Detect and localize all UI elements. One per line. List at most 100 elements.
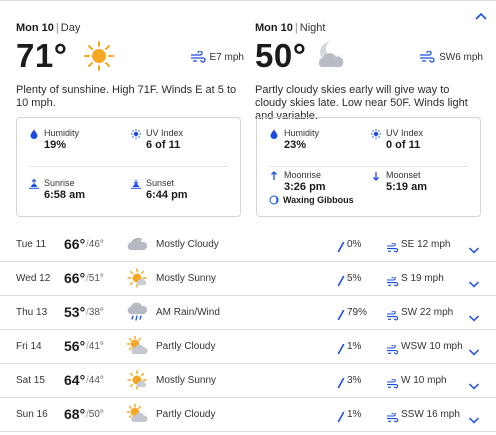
forecast-wind: SW 22 mph	[401, 307, 454, 318]
chevron-down-icon[interactable]	[468, 275, 480, 288]
night-header: Mon 10 | Night	[255, 22, 326, 34]
forecast-high: 68°	[64, 406, 86, 422]
sunrise-label: Sunrise	[44, 178, 75, 188]
cloud-icon	[126, 233, 148, 255]
day-wind-value: E7 mph	[209, 51, 244, 63]
forecast-low-wrap: /46°	[86, 239, 104, 250]
night-details-card: Humidity 23% UV Index 0 of 11 Moonrise 3…	[256, 117, 481, 217]
forecast-day: Fri 14	[16, 341, 42, 352]
day-date: Mon 10	[16, 22, 54, 34]
top-divider	[0, 0, 496, 1]
forecast-condition: Mostly Sunny	[156, 273, 217, 284]
sunrise-value: 6:58 am	[44, 189, 85, 201]
sun-icon	[84, 41, 114, 71]
wind-icon	[386, 410, 399, 423]
forecast-low: 38°	[88, 307, 104, 318]
forecast-condition: Mostly Cloudy	[156, 239, 219, 250]
uv-label: UV Index	[386, 128, 424, 138]
day-temperature: 71°	[16, 37, 68, 74]
forecast-condition: AM Rain/Wind	[156, 307, 220, 318]
partly-cloudy-icon	[126, 403, 148, 425]
night-wind: SW6 mph	[419, 51, 483, 63]
chevron-down-icon[interactable]	[468, 377, 480, 390]
moonrise-value: 3:26 pm	[284, 181, 326, 193]
forecast-low-wrap: /38°	[86, 307, 104, 318]
sunrise-icon	[29, 179, 39, 189]
forecast-row[interactable]: Thu 13 53°/38° AM Rain/Wind 79% SW 22 mph	[0, 296, 496, 330]
moonrise-label: Moonrise	[284, 170, 322, 180]
humidity-drop-icon	[270, 129, 278, 139]
humidity-value: 23%	[284, 139, 307, 151]
day-wind: E7 mph	[190, 51, 244, 63]
card-divider	[29, 166, 228, 167]
day-panel: Mon 10 | Day 71° E7 mph Plenty of sunshine…	[16, 22, 244, 124]
uv-value: 0 of 11	[386, 139, 421, 151]
humidity-value: 19%	[44, 139, 67, 151]
forecast-high: 53°	[64, 304, 86, 320]
day-details-card: Humidity 19% UV Index 6 of 11 Sunrise 6:…	[16, 117, 241, 217]
day-period: Day	[60, 22, 81, 34]
forecast-precip: 1%	[347, 409, 362, 420]
moonset-value: 5:19 am	[386, 181, 427, 193]
sunset-label: Sunset	[146, 178, 175, 188]
forecast-low: 50°	[88, 409, 104, 420]
moon-phase-label: Waxing Gibbous	[283, 195, 354, 205]
chevron-up-icon[interactable]	[474, 12, 488, 22]
forecast-day: Sat 15	[16, 375, 45, 386]
forecast-precip: 79%	[347, 307, 368, 318]
wind-icon	[386, 274, 399, 287]
forecast-high: 56°	[64, 338, 86, 354]
day-header: Mon 10 | Day	[16, 22, 81, 34]
sun-icon	[126, 369, 148, 391]
forecast-day: Thu 13	[16, 307, 48, 318]
precip-icon	[337, 341, 345, 355]
forecast-precip: 1%	[347, 341, 362, 352]
uv-label: UV Index	[146, 128, 184, 138]
moonrise-icon	[271, 171, 277, 180]
wind-icon	[386, 376, 399, 389]
precip-icon	[337, 273, 345, 287]
night-date: Mon 10	[255, 22, 293, 34]
night-wind-value: SW6 mph	[439, 51, 483, 63]
chevron-down-icon[interactable]	[468, 411, 480, 424]
forecast-row[interactable]: Wed 12 66°/51° Mostly Sunny 5% S 19 mph	[0, 262, 496, 296]
forecast-wind: WSW 10 mph	[401, 341, 463, 352]
forecast-low: 46°	[88, 239, 104, 250]
forecast-precip: 0%	[347, 239, 362, 250]
forecast-day: Tue 11	[16, 239, 47, 250]
forecast-row[interactable]: Tue 11 66°/46° Mostly Cloudy 0% SE 12 mph	[0, 228, 496, 262]
rain-icon	[126, 301, 148, 323]
humidity-drop-icon	[30, 129, 38, 139]
sunset-value: 6:44 pm	[146, 189, 188, 201]
precip-icon	[337, 409, 345, 423]
forecast-low-wrap: /41°	[86, 341, 104, 352]
forecast-row[interactable]: Sun 16 68°/50° Partly Cloudy 1% SSW 16 mph	[0, 398, 496, 432]
precip-icon	[337, 375, 345, 389]
forecast-row[interactable]: Fri 14 56°/41° Partly Cloudy 1% WSW 10 mph	[0, 330, 496, 364]
forecast-condition: Partly Cloudy	[156, 409, 216, 420]
chevron-down-icon[interactable]	[468, 343, 480, 356]
moon-phase: Waxing Gibbous	[269, 195, 354, 205]
night-panel: Mon 10 | Night 50° SW6 mph Partly cloudy s…	[255, 22, 483, 124]
forecast-precip: 5%	[347, 273, 362, 284]
forecast-high: 66°	[64, 270, 86, 286]
forecast-high: 64°	[64, 372, 86, 388]
forecast-wind: S 19 mph	[401, 273, 444, 284]
forecast-low: 44°	[88, 375, 104, 386]
precip-icon	[337, 307, 345, 321]
card-divider	[269, 166, 468, 167]
night-period: Night	[299, 22, 326, 34]
wind-icon	[386, 342, 399, 355]
forecast-low-wrap: /51°	[86, 273, 104, 284]
forecast-low-wrap: /50°	[86, 409, 104, 420]
forecast-row[interactable]: Sat 15 64°/44° Mostly Sunny 3% W 10 mph	[0, 364, 496, 398]
forecast-day: Wed 12	[16, 273, 51, 284]
forecast-low: 51°	[88, 273, 104, 284]
chevron-down-icon[interactable]	[468, 241, 480, 254]
chevron-down-icon[interactable]	[468, 309, 480, 322]
partly-cloudy-icon	[126, 335, 148, 357]
uv-sun-icon	[131, 129, 141, 139]
forecast-wind: W 10 mph	[401, 375, 447, 386]
wind-icon	[386, 308, 399, 321]
moonset-label: Moonset	[386, 170, 421, 180]
